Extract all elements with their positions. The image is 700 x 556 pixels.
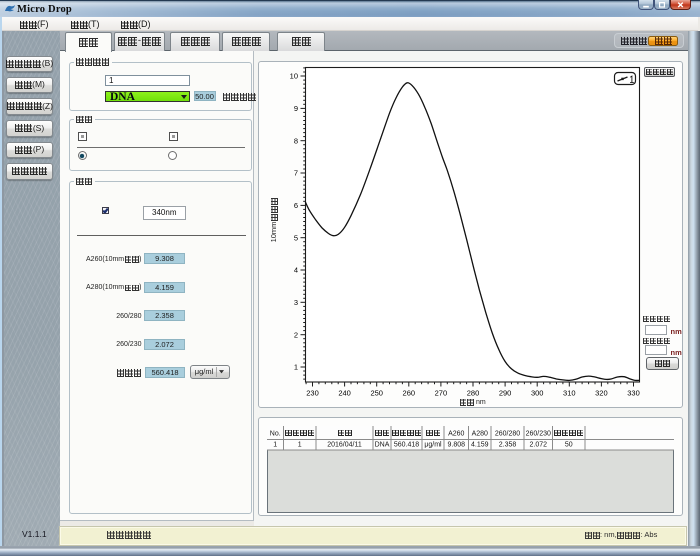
svg-text:50: 50 <box>565 442 573 449</box>
svg-text:5: 5 <box>294 233 298 242</box>
svg-text:330: 330 <box>627 389 640 398</box>
svg-text:270: 270 <box>435 389 448 398</box>
svg-text:9: 9 <box>294 104 298 113</box>
svg-text:4.159: 4.159 <box>471 442 489 449</box>
svg-text:1: 1 <box>298 442 302 449</box>
svg-text:250: 250 <box>370 389 383 398</box>
svg-text:260: 260 <box>403 389 416 398</box>
svg-text:4: 4 <box>294 266 298 275</box>
svg-text:1: 1 <box>294 363 298 372</box>
svg-text:7: 7 <box>294 169 298 178</box>
svg-text:300: 300 <box>531 389 544 398</box>
svg-text:230: 230 <box>306 389 319 398</box>
svg-text:9.808: 9.808 <box>447 442 465 449</box>
svg-text:10: 10 <box>290 72 298 81</box>
svg-text:280: 280 <box>467 389 480 398</box>
svg-text:240: 240 <box>338 389 351 398</box>
svg-text:290: 290 <box>499 389 512 398</box>
svg-text:DNA: DNA <box>375 442 390 449</box>
svg-text:310: 310 <box>563 389 576 398</box>
svg-text:3: 3 <box>294 298 298 307</box>
svg-text:2: 2 <box>294 330 298 339</box>
svg-text:μg/ml: μg/ml <box>424 442 442 449</box>
svg-text:2.358: 2.358 <box>499 442 517 449</box>
svg-text:6: 6 <box>294 201 298 210</box>
svg-text:2016/04/11: 2016/04/11 <box>327 442 362 449</box>
svg-text:320: 320 <box>595 389 608 398</box>
svg-text:8: 8 <box>294 136 298 145</box>
svg-text:1: 1 <box>273 442 277 449</box>
svg-text:2.072: 2.072 <box>529 442 547 449</box>
svg-text:560.418: 560.418 <box>394 442 419 449</box>
